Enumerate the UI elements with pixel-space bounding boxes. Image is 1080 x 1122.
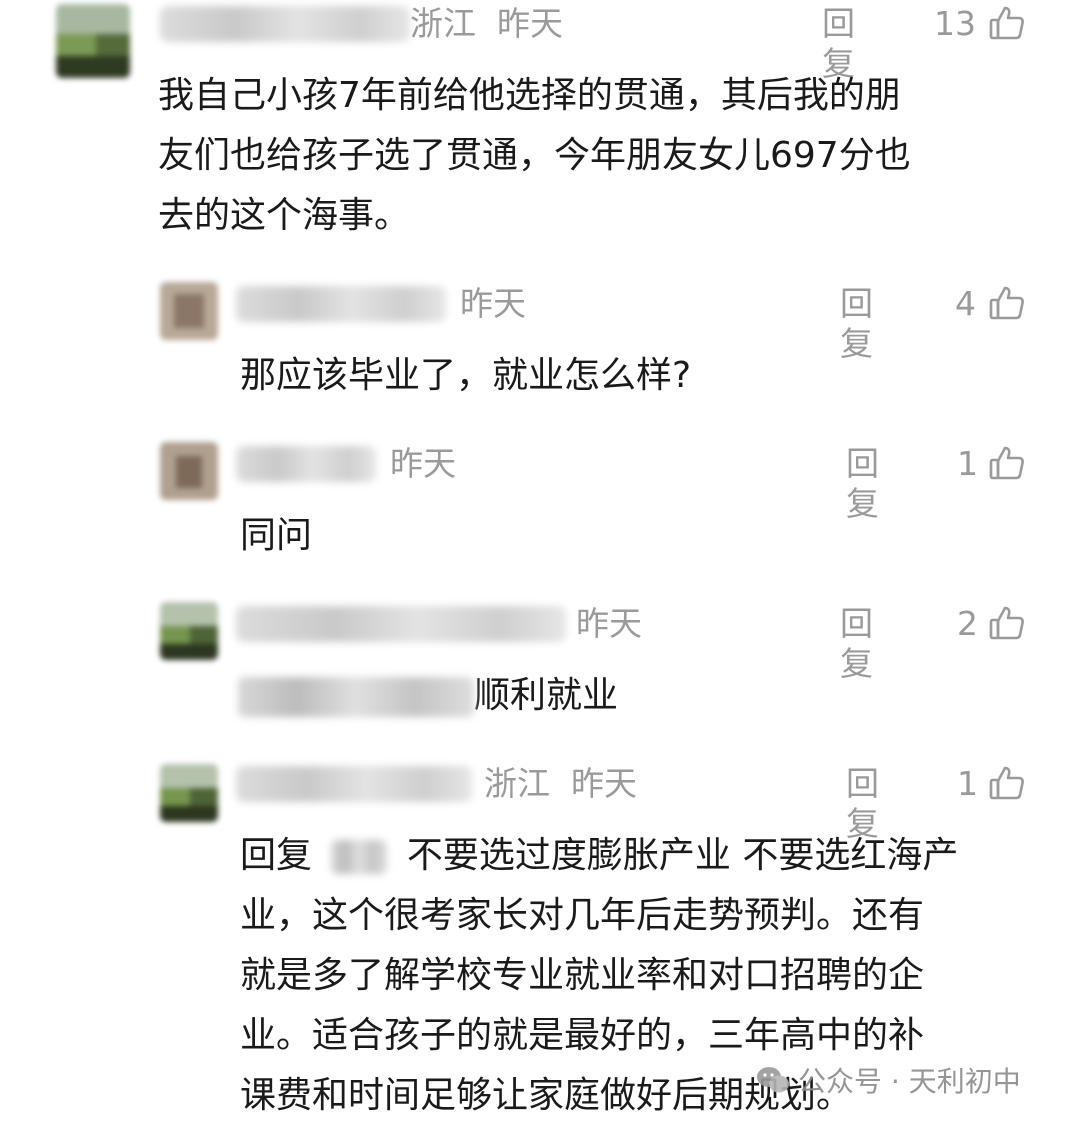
like-count: 13: [934, 4, 976, 43]
reply-button[interactable]: 回复: [840, 604, 873, 684]
comment-text: 那应该毕业了，就业怎么样?: [240, 355, 692, 396]
username-blurred[interactable]: [236, 286, 446, 322]
reply-button[interactable]: 回复: [840, 284, 873, 364]
username-blurred[interactable]: [160, 6, 410, 42]
thumbs-up-icon[interactable]: [988, 284, 1026, 322]
watermark: 公众号 · 天利初中: [756, 1060, 1021, 1100]
avatar[interactable]: [56, 4, 130, 78]
avatar[interactable]: [160, 764, 218, 822]
avatar[interactable]: [160, 442, 218, 500]
like-count: 2: [957, 604, 978, 643]
username-blurred[interactable]: [236, 606, 566, 642]
wechat-official-account-icon: [757, 1067, 789, 1093]
like-count: 1: [957, 444, 978, 483]
comment-line: 去的这个海事。: [158, 195, 411, 236]
comment-time: 昨天: [576, 604, 642, 643]
comment-location: 浙江: [484, 764, 550, 803]
comment-line: 回复 不要选过度膨胀产业 不要选红海产: [240, 826, 958, 886]
reply-prefix: 回复: [240, 835, 313, 876]
comment-line: 友们也给孩子选了贯通，今年朋友女儿697分也: [158, 135, 911, 176]
thumbs-up-icon[interactable]: [988, 604, 1026, 642]
comment-line-rest: 不要选过度膨胀产业 不要选红海产: [406, 835, 959, 876]
thumbs-up-icon[interactable]: [988, 4, 1026, 42]
avatar[interactable]: [160, 602, 218, 660]
username-blurred[interactable]: [236, 446, 376, 482]
thumbs-up-icon[interactable]: [988, 444, 1026, 482]
watermark-text: 公众号 · 天利初中: [798, 1065, 1021, 1098]
comment-text-visible: 顺利就业: [474, 675, 619, 716]
comment-line: 业，这个很考家长对几年后走势预判。还有: [240, 895, 925, 936]
comment-line: 业。适合孩子的就是最好的，三年高中的补: [240, 1015, 925, 1056]
comment-time: 昨天: [496, 4, 563, 43]
thumbs-up-icon[interactable]: [988, 764, 1026, 802]
comment-time: 昨天: [570, 764, 637, 803]
comment-line: 我自己小孩7年前给他选择的贯通，其后我的朋: [158, 75, 901, 116]
comment-time: 昨天: [390, 444, 456, 483]
comment-text: 我自己小孩7年前给他选择的贯通，其后我的朋 友们也给孩子选了贯通，今年朋友女儿6…: [158, 66, 911, 246]
mention-blurred: [331, 840, 388, 874]
comment-meta: 浙江 昨天: [410, 4, 563, 44]
comment-location: 浙江: [410, 4, 476, 43]
like-count: 1: [957, 764, 978, 803]
username-blurred[interactable]: [236, 766, 472, 802]
comment-text: 同问: [240, 515, 313, 556]
comment-meta: 浙江 昨天: [484, 764, 637, 804]
mention-blurred: [238, 677, 474, 717]
avatar[interactable]: [160, 282, 218, 340]
comment-text: 顺利就业: [238, 666, 618, 726]
comment-time: 昨天: [460, 284, 526, 323]
like-count: 4: [955, 284, 976, 323]
comment-line: 就是多了解学校专业就业率和对口招聘的企: [240, 955, 925, 996]
reply-button[interactable]: 回复: [846, 444, 879, 524]
